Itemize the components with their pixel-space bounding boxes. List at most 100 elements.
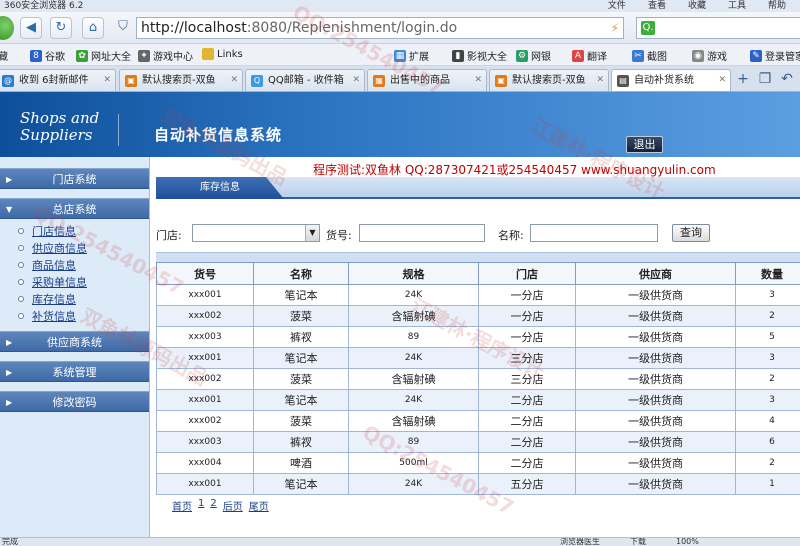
goods-no-input[interactable]: [359, 224, 485, 242]
restore-tab-button[interactable]: ❐: [756, 70, 774, 88]
bookmark-item[interactable]: 藏: [0, 48, 8, 63]
refresh-icon: ↻: [55, 20, 67, 35]
bookmark-item[interactable]: ▦ 扩展: [394, 48, 429, 63]
close-tab-icon[interactable]: ✕: [352, 70, 360, 91]
bookmark-item[interactable]: ✿ 网址大全: [76, 48, 131, 63]
menu-file[interactable]: 文件: [608, 0, 626, 11]
sidebar-item-replenishment[interactable]: 补货信息: [18, 308, 149, 325]
table-cell: 笔记本: [253, 473, 349, 495]
address-bar[interactable]: http://localhost:8080/Replenishment/logi…: [136, 17, 624, 39]
menu-help[interactable]: 帮助: [768, 0, 786, 11]
translate-icon: A: [572, 49, 584, 62]
table-cell: 三分店: [478, 368, 576, 390]
browser-tab[interactable]: ▣ 默认搜索页-双鱼 ✕: [489, 69, 609, 91]
browser-tab[interactable]: @ 收到 6封新邮件 ✕: [0, 69, 116, 91]
table-cell: 一分店: [478, 326, 576, 348]
url-host: http://localhost: [141, 20, 247, 36]
menu-favorites[interactable]: 收藏: [688, 0, 706, 11]
pager-next[interactable]: 后页: [223, 498, 243, 513]
zoom-level[interactable]: 100%: [676, 538, 699, 546]
sidebar-section-password[interactable]: ▶ 修改密码: [0, 391, 149, 412]
table-cell: 一级供货商: [575, 326, 736, 348]
sidebar-section-store[interactable]: ▶ 门店系统: [0, 168, 149, 189]
menu-view[interactable]: 查看: [648, 0, 666, 11]
inventory-table: 货号 名称 规格 门店 供应商 数量 xxx001 笔记本 24K 一分店 一级供货商 3…: [156, 262, 800, 495]
store-filter-label: 门店:: [156, 229, 182, 242]
bookmark-item[interactable]: ✎登录管家: [750, 48, 800, 63]
table-cell: 500ml: [348, 452, 479, 474]
sidebar-item-supplier-info[interactable]: 供应商信息: [18, 240, 149, 257]
browser-title: 360安全浏览器 6.2: [4, 1, 84, 11]
close-tab-icon[interactable]: ✕: [230, 70, 238, 91]
browser-doctor-button[interactable]: 浏览器医生: [560, 538, 600, 546]
browser-logo-icon[interactable]: [0, 16, 14, 40]
pager-last[interactable]: 尾页: [249, 498, 269, 513]
gamepad-icon: ✦: [138, 49, 150, 62]
pager-page-2[interactable]: 2: [210, 498, 216, 513]
contact-banner: 程序测试:双鱼林 QQ:287307421或254540457 www.shua…: [313, 163, 716, 177]
sidebar-item-purchase-order[interactable]: 采购单信息: [18, 274, 149, 291]
bookmark-item[interactable]: ◉ 游戏: [692, 48, 727, 63]
table-cell: 2: [735, 368, 800, 390]
menu-tools[interactable]: 工具: [728, 0, 746, 11]
sidebar-item-inventory[interactable]: 库存信息: [18, 291, 149, 308]
table-cell: 含辐射碘: [348, 305, 479, 327]
undo-close-tab-button[interactable]: ↶: [778, 70, 796, 88]
home-icon: ⌂: [88, 20, 98, 35]
browser-nav-bar: ◀ ↻ ⌂ ⛉ http://localhost:8080/Replenishm…: [0, 12, 800, 44]
security-shield-button[interactable]: ⛉: [112, 17, 134, 39]
name-input[interactable]: [530, 224, 658, 242]
bookmark-item[interactable]: Links: [202, 48, 243, 60]
query-button[interactable]: 查询: [672, 224, 710, 242]
browser-tab[interactable]: ▣ 默认搜索页-双鱼 ✕: [119, 69, 243, 91]
browser-tab[interactable]: ▦ 出售中的商品 ✕: [367, 69, 487, 91]
screenshot-icon: ✂: [632, 49, 644, 62]
key-icon: ✎: [750, 49, 762, 62]
table-cell: 裤衩: [253, 326, 349, 348]
table-cell: 6: [735, 431, 800, 453]
table-cell: 菠菜: [253, 368, 349, 390]
close-tab-icon[interactable]: ✕: [103, 70, 111, 91]
close-tab-icon[interactable]: ✕: [718, 70, 726, 91]
bookmark-item[interactable]: ✂ 截图: [632, 48, 667, 63]
table-cell: xxx001: [156, 347, 254, 369]
table-row: xxx002 菠菜 含辐射碘 一分店 一级供货商 2: [156, 305, 800, 327]
new-tab-button[interactable]: +: [734, 70, 752, 88]
refresh-button[interactable]: ↻: [50, 17, 72, 39]
table-cell: xxx003: [156, 431, 254, 453]
table-cell: 89: [348, 431, 479, 453]
browser-tab-active[interactable]: ▤ 自动补货系统 ✕: [611, 69, 731, 91]
qq-mail-icon: Q: [251, 75, 263, 87]
home-button[interactable]: ⌂: [82, 17, 104, 39]
sidebar-item-goods-info[interactable]: 商品信息: [18, 257, 149, 274]
downloads-button[interactable]: 下载: [630, 538, 646, 546]
logout-button[interactable]: 退出: [626, 136, 663, 153]
sidebar-section-system[interactable]: ▶ 系统管理: [0, 361, 149, 382]
column-header: 供应商: [575, 262, 736, 285]
search-engine-icon[interactable]: Q.: [641, 21, 655, 35]
bookmark-item[interactable]: A 翻译: [572, 48, 607, 63]
column-header: 货号: [156, 262, 254, 285]
bookmark-item[interactable]: 8 谷歌: [30, 48, 65, 63]
pager-page-1[interactable]: 1: [198, 498, 204, 513]
lightning-icon[interactable]: ⚡: [611, 18, 619, 38]
goods-no-label: 货号:: [326, 229, 352, 242]
browser-tab[interactable]: Q QQ邮箱 - 收件箱 ✕: [245, 69, 365, 91]
back-button[interactable]: ◀: [20, 17, 42, 39]
page-icon: ▤: [617, 75, 629, 87]
sidebar-section-supplier[interactable]: ▶ 供应商系统: [0, 331, 149, 352]
bookmark-item[interactable]: ⚙ 网银: [516, 48, 551, 63]
bookmark-item[interactable]: ▮ 影视大全: [452, 48, 507, 63]
search-box[interactable]: Q.: [636, 17, 800, 39]
table-row: xxx001 笔记本 24K 二分店 一级供货商 3: [156, 389, 800, 411]
sidebar-section-headquarters[interactable]: ▼ 总店系统: [0, 198, 149, 219]
pager-first[interactable]: 首页: [172, 498, 192, 513]
sidebar-item-store-info[interactable]: 门店信息: [18, 223, 149, 240]
close-tab-icon[interactable]: ✕: [596, 70, 604, 91]
bookmark-item[interactable]: ✦ 游戏中心: [138, 48, 193, 63]
close-tab-icon[interactable]: ✕: [474, 70, 482, 91]
browser-tab-strip: @ 收到 6封新邮件 ✕ ▣ 默认搜索页-双鱼 ✕ Q QQ邮箱 - 收件箱 ✕ ▦ …: [0, 66, 800, 92]
page-title: 自动补货信息系统: [154, 126, 283, 144]
status-tools: 浏览器医生 下载 100%: [560, 538, 699, 546]
store-select[interactable]: ▼: [192, 224, 320, 242]
